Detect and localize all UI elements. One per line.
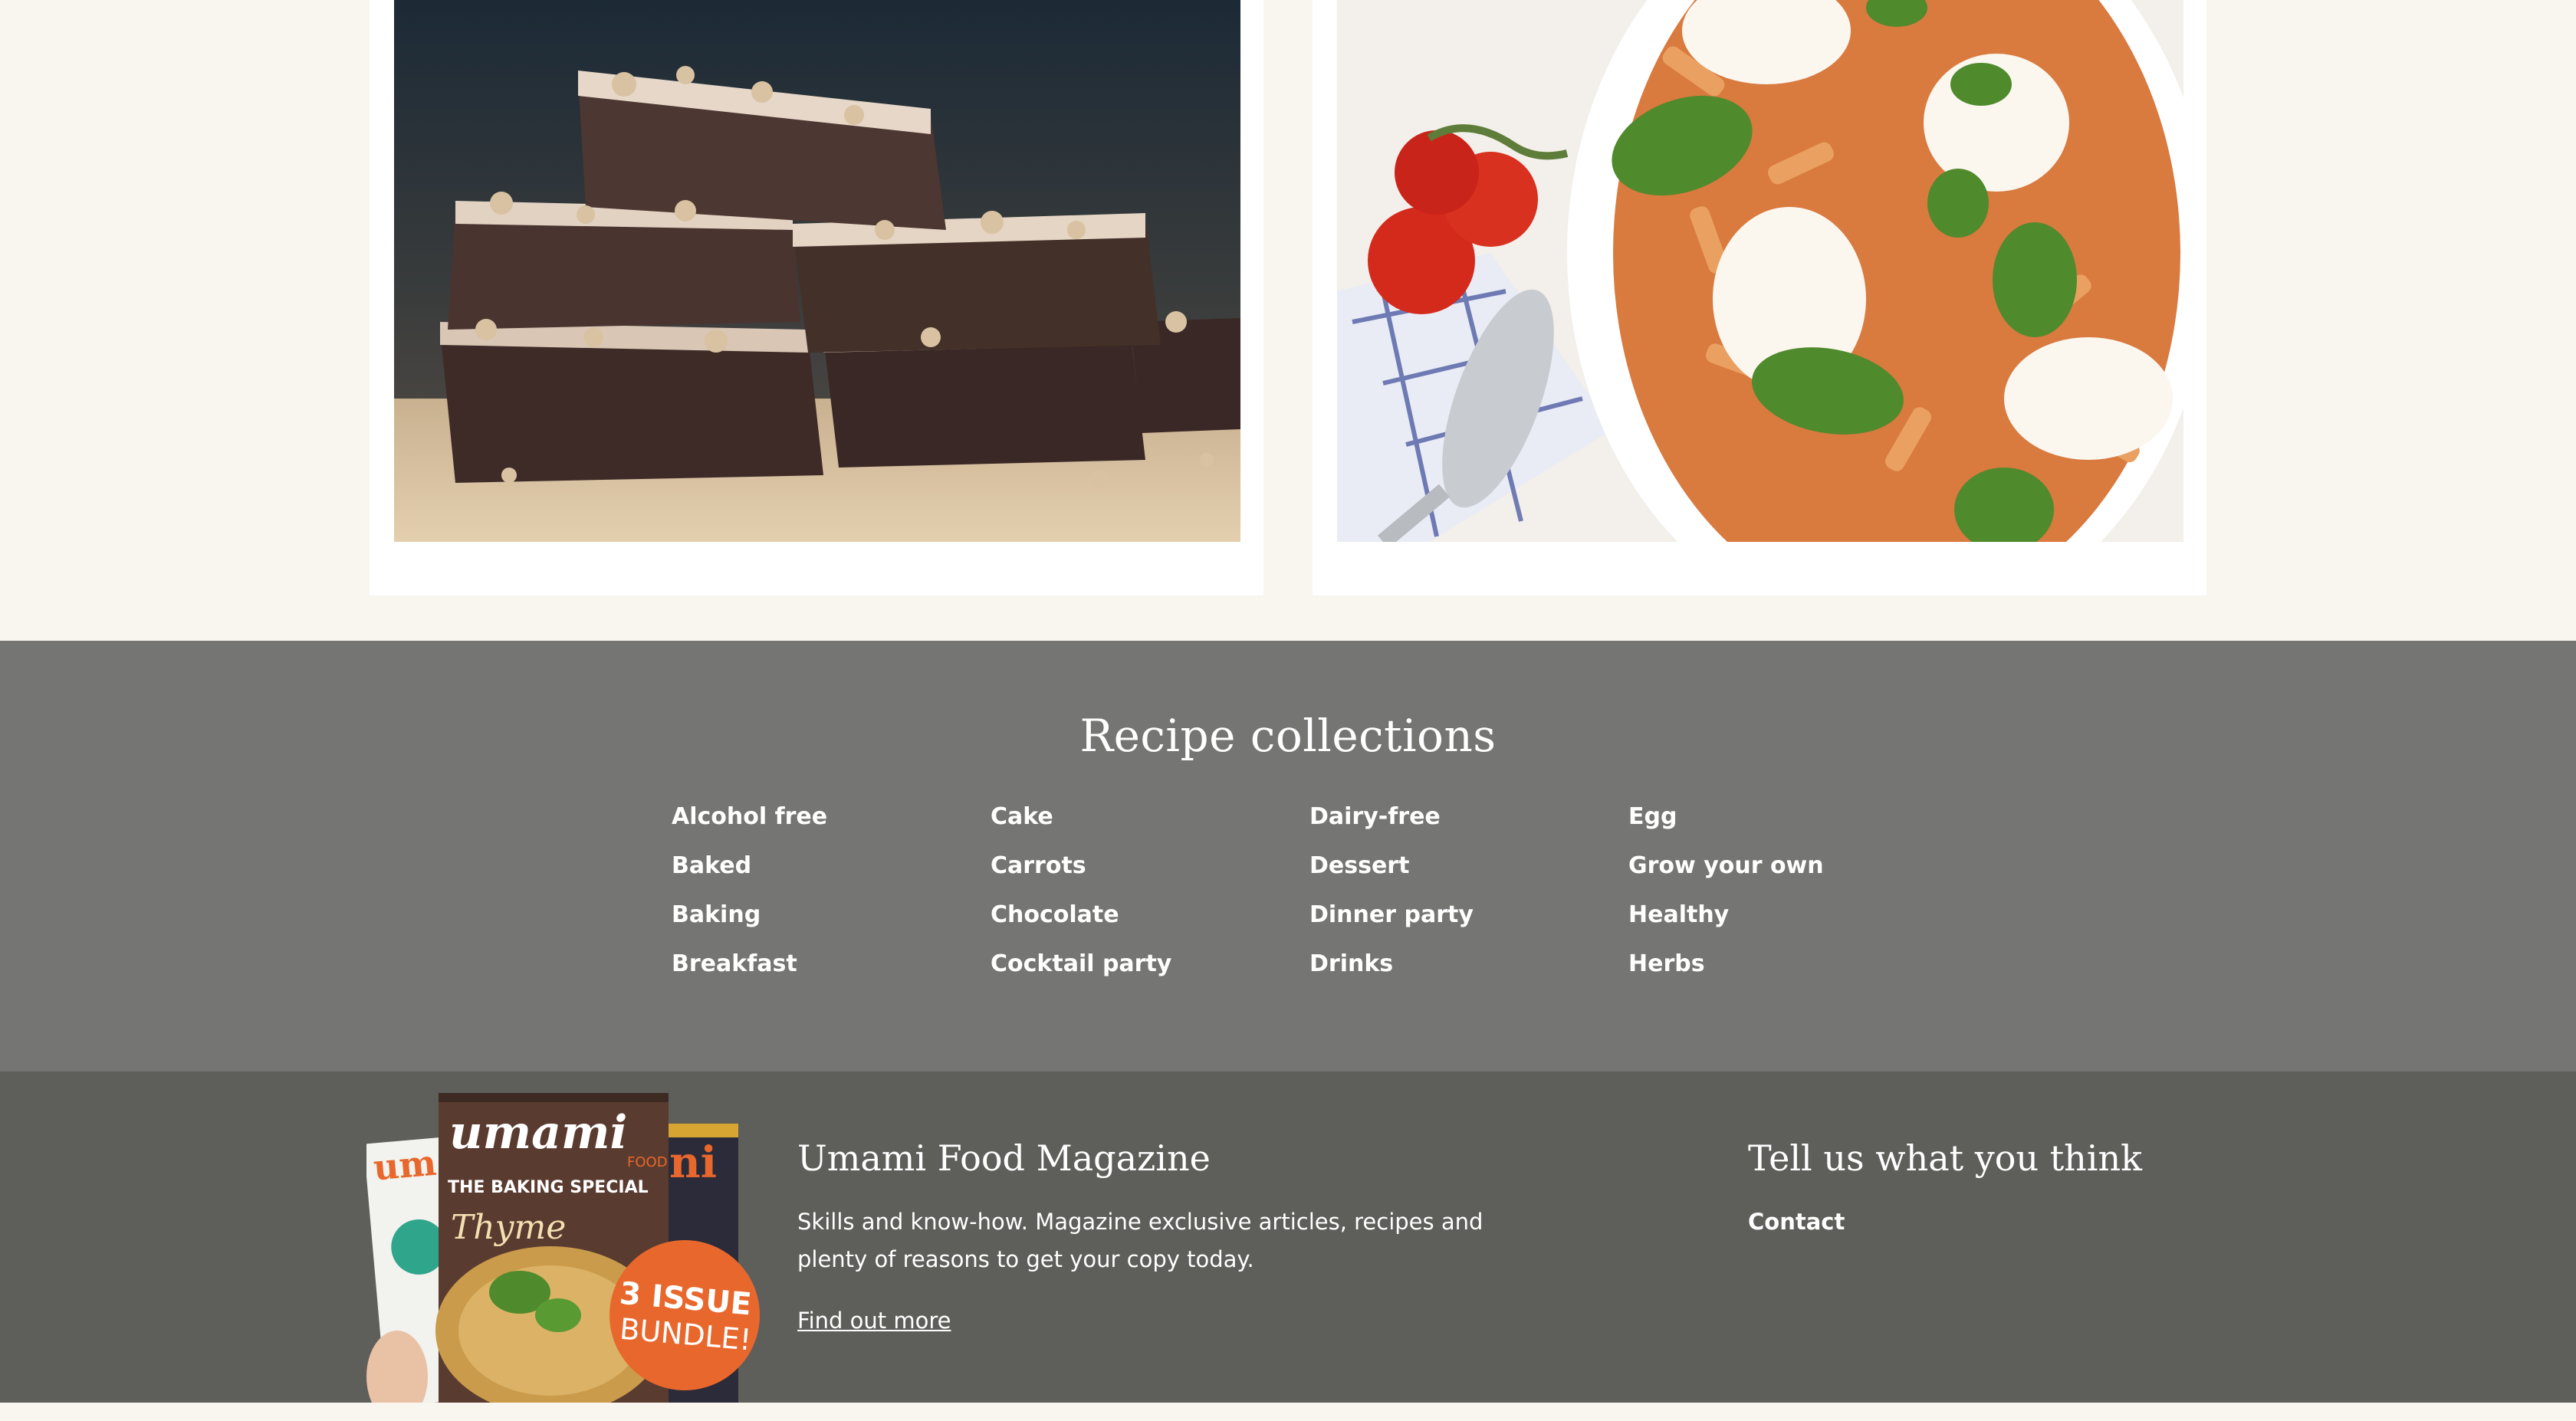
collection-link-dairy-free[interactable]: Dairy-free [1309, 802, 1616, 851]
svg-text:um: um [372, 1142, 439, 1189]
recipe-cards [0, 0, 2576, 641]
collections-column-2: Cake Carrots Chocolate Cocktail party [991, 802, 1297, 998]
collection-link-dinner-party[interactable]: Dinner party [1309, 900, 1616, 949]
collection-link-cocktail-party[interactable]: Cocktail party [991, 949, 1297, 998]
collection-link-alcohol-free[interactable]: Alcohol free [672, 802, 978, 851]
collection-link-chocolate[interactable]: Chocolate [991, 900, 1297, 949]
recipe-card-brownies[interactable] [370, 0, 1263, 596]
collections-column-1: Alcohol free Baked Baking Breakfast [672, 802, 978, 998]
page-bottom-edge [0, 1403, 2576, 1421]
collections-column-4: Egg Grow your own Healthy Herbs [1628, 802, 1935, 998]
svg-text:ni: ni [669, 1137, 717, 1188]
collection-link-carrots[interactable]: Carrots [991, 851, 1297, 900]
contact-link[interactable]: Contact [1748, 1203, 1845, 1241]
cover-brand-sub: FOOD [627, 1154, 668, 1170]
feedback-title: Tell us what you think [1748, 1137, 2143, 1179]
magazine-title: Umami Food Magazine [797, 1137, 1211, 1179]
pasta-photo[interactable] [1337, 0, 2183, 542]
cover-special: THE BAKING SPECIAL [448, 1178, 649, 1197]
brownies-photo[interactable] [394, 0, 1240, 542]
collection-link-baking[interactable]: Baking [672, 900, 978, 949]
collection-link-drinks[interactable]: Drinks [1309, 949, 1616, 998]
collection-link-egg[interactable]: Egg [1628, 802, 1935, 851]
find-out-more-link[interactable]: Find out more [797, 1308, 951, 1334]
collection-link-herbs[interactable]: Herbs [1628, 949, 1935, 998]
recipe-collections-title: Recipe collections [1079, 710, 1497, 762]
magazine-bundle-image[interactable]: um ni umami FOOD THE BAKING SPECIAL Thym… [366, 1093, 780, 1403]
magazine-description: Skills and know-how. Magazine exclusive … [797, 1209, 1484, 1272]
collection-link-cake[interactable]: Cake [991, 802, 1297, 851]
collection-link-grow-your-own[interactable]: Grow your own [1628, 851, 1935, 900]
cover-brand: umami [449, 1106, 627, 1160]
collections-column-3: Dairy-free Dessert Dinner party Drinks [1309, 802, 1616, 998]
recipe-collections: Recipe collections Alcohol free Baked Ba… [0, 641, 2576, 1071]
recipe-card-pasta[interactable] [1313, 0, 2206, 596]
collection-link-dessert[interactable]: Dessert [1309, 851, 1616, 900]
cover-feature: Thyme [451, 1208, 566, 1247]
collection-link-breakfast[interactable]: Breakfast [672, 949, 978, 998]
collection-link-baked[interactable]: Baked [672, 851, 978, 900]
site-footer: um ni umami FOOD THE BAKING SPECIAL Thym… [0, 1071, 2576, 1403]
collection-link-healthy[interactable]: Healthy [1628, 900, 1935, 949]
